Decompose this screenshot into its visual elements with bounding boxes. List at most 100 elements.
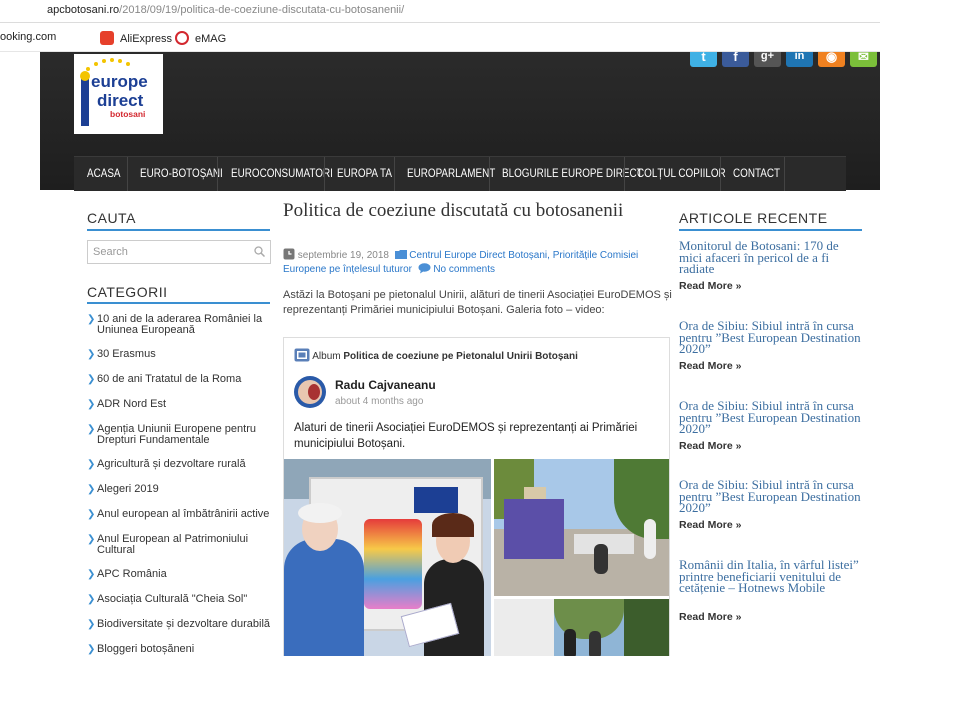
category-label: Anul european al îmbătrânirii active: [97, 508, 270, 520]
chevron-right-icon: ❯: [87, 594, 96, 605]
url-host: apcbotosani.ro: [47, 4, 120, 16]
category-item[interactable]: ❯ 10 ani de la aderarea României la Uniun…: [87, 314, 272, 336]
chevron-right-icon: ❯: [87, 644, 96, 655]
logo-text-direct: direct: [97, 91, 144, 110]
category-item[interactable]: ❯ Agricultură și dezvoltare rurală: [87, 458, 272, 471]
post-date: septembrie 19, 2018: [297, 250, 389, 261]
aliexpress-icon: [100, 31, 114, 45]
author-name[interactable]: Radu Cajvaneanu: [335, 378, 436, 392]
nav-item-euroconsumatori[interactable]: EUROCONSUMATORI: [231, 157, 333, 191]
recent-article-link[interactable]: Românii din Italia, în vârful listei” pr…: [679, 558, 864, 594]
category-item[interactable]: ❯ Bloggeri botoșăneni: [87, 643, 272, 656]
nav-divider: [720, 157, 721, 191]
category-label: Alegeri 2019: [97, 483, 159, 495]
nav-divider: [489, 157, 490, 191]
category-item[interactable]: ❯ 60 de ani Tratatul de la Roma: [87, 374, 272, 386]
post-meta: septembrie 19, 2018 Centrul Europe Direc…: [283, 248, 663, 277]
facebook-icon[interactable]: f: [722, 52, 749, 67]
category-label: Bloggeri botoșăneni: [97, 643, 195, 655]
bookmark-emag[interactable]: eMAG: [175, 31, 226, 45]
album-photo-main[interactable]: [284, 459, 491, 656]
read-more-link[interactable]: Read More »: [679, 519, 741, 531]
post-title: Politica de coeziune discutată cu botosa…: [283, 200, 624, 221]
bookmark-booking[interactable]: ooking.com: [0, 31, 56, 43]
post-intro: Astăzi la Botoșani pe pietonalul Unirii,…: [283, 289, 672, 316]
address-bar[interactable]: apcbotosani.ro/2018/09/19/politica-de-co…: [0, 0, 880, 23]
nav-item-europarlament[interactable]: EUROPARLAMENT: [407, 157, 495, 191]
bookmark-aliexpress[interactable]: AliExpress: [100, 31, 172, 45]
category-label: Asociația Culturală "Cheia Sol": [97, 593, 248, 605]
category-item[interactable]: ❯ Anul european al îmbătrânirii active: [87, 508, 272, 521]
email-icon[interactable]: ✉: [850, 52, 877, 67]
album-label: Album: [312, 351, 341, 362]
category-item[interactable]: ❯ ADR Nord Est: [87, 398, 272, 411]
chevron-right-icon: ❯: [87, 349, 96, 360]
site-header: europe direct botosani t f g+ in ◉ ✉ ACA…: [40, 52, 880, 191]
album-text: Alaturi de tinerii Asociației EuroDEMOS …: [294, 422, 638, 450]
logo-text-botosani: botosani: [110, 109, 145, 119]
chevron-right-icon: ❯: [87, 484, 96, 495]
category-item[interactable]: ❯ Asociația Culturală "Cheia Sol": [87, 593, 272, 606]
folder-icon: [394, 250, 407, 259]
chevron-right-icon: ❯: [87, 569, 96, 580]
url-path: /2018/09/19/politica-de-coeziune-discuta…: [119, 4, 405, 16]
nav-item-acasa[interactable]: ACASA: [87, 157, 121, 191]
rss-icon[interactable]: ◉: [818, 52, 845, 67]
comments-link[interactable]: No comments: [433, 264, 495, 275]
recent-article-link[interactable]: Monitorul de Botosani: 170 de mici aface…: [679, 239, 864, 275]
nav-divider: [394, 157, 395, 191]
chevron-right-icon: ❯: [87, 619, 96, 630]
chevron-right-icon: ❯: [87, 314, 96, 325]
avatar[interactable]: [294, 376, 326, 408]
nav-item-euro-botosani[interactable]: EURO-BOTOȘANI: [140, 157, 223, 191]
google-plus-icon[interactable]: g+: [754, 52, 781, 67]
post-time: about 4 months ago: [335, 396, 424, 407]
facebook-album-embed: Album Politica de coeziune pe Pietonalul…: [283, 337, 670, 656]
album-photo-2[interactable]: [494, 459, 669, 596]
album-photo-3[interactable]: [494, 599, 669, 656]
read-more-link[interactable]: Read More »: [679, 360, 741, 372]
linkedin-icon[interactable]: in: [786, 52, 813, 67]
bookmark-label: eMAG: [195, 33, 227, 45]
nav-divider: [127, 157, 128, 191]
category-label: Agenția Uniunii Europene pentru Drepturi…: [97, 423, 257, 446]
chevron-right-icon: ❯: [87, 399, 96, 410]
search-icon[interactable]: [254, 246, 265, 257]
nav-item-europa-ta[interactable]: EUROPA TA: [337, 157, 392, 191]
twitter-icon[interactable]: t: [690, 52, 717, 67]
category-item[interactable]: ❯ 30 Erasmus: [87, 348, 272, 361]
bookmark-label: ooking.com: [0, 31, 57, 43]
category-item[interactable]: ❯ APC România: [87, 569, 272, 581]
category-item[interactable]: ❯ Alegeri 2019: [87, 483, 272, 496]
album-title[interactable]: Politica de coeziune pe Pietonalul Uniri…: [343, 351, 577, 362]
bookmark-label: AliExpress: [120, 33, 172, 45]
read-more-link[interactable]: Read More »: [679, 280, 741, 292]
category-item[interactable]: ❯ Anul European al Patrimoniului Cultural: [87, 534, 272, 556]
search-input[interactable]: Search: [87, 240, 271, 264]
nav-item-bloguri[interactable]: BLOGURILE EUROPE DIRECT: [502, 157, 643, 191]
main-nav: ACASA EURO-BOTOȘANI EUROCONSUMATORI EURO…: [74, 156, 846, 191]
category-label: 30 Erasmus: [97, 348, 156, 360]
nav-divider: [217, 157, 218, 191]
chevron-right-icon: ❯: [87, 509, 96, 520]
category-item[interactable]: ❯ Agenția Uniunii Europene pentru Dreptur…: [87, 424, 272, 446]
album-header: Album Politica de coeziune pe Pietonalul…: [294, 348, 578, 362]
url-text[interactable]: apcbotosani.ro/2018/09/19/politica-de-co…: [47, 4, 404, 16]
read-more-link[interactable]: Read More »: [679, 611, 741, 623]
category-label: ADR Nord Est: [97, 398, 167, 410]
search-placeholder: Search: [93, 246, 128, 258]
nav-divider: [324, 157, 325, 191]
nav-item-coltul-copiilor[interactable]: COLȚUL COPIILOR: [637, 157, 726, 191]
nav-item-contact[interactable]: CONTACT: [733, 157, 780, 191]
read-more-link[interactable]: Read More »: [679, 440, 741, 452]
site-logo[interactable]: europe direct botosani: [74, 54, 163, 134]
chevron-right-icon: ❯: [87, 534, 96, 545]
recent-article-link[interactable]: Ora de Sibiu: Sibiul intră în cursa pent…: [679, 478, 864, 514]
recent-article-link[interactable]: Ora de Sibiu: Sibiul intră în cursa pent…: [679, 399, 864, 435]
recent-article-link[interactable]: Ora de Sibiu: Sibiul intră în cursa pent…: [679, 319, 864, 355]
categories-title: CATEGORII: [87, 284, 168, 300]
title-underline: [87, 229, 270, 231]
category-label: Agricultură și dezvoltare rurală: [97, 458, 246, 470]
category-item[interactable]: ❯ Biodiversitate și dezvoltare durabilă: [87, 619, 272, 631]
title-underline: [87, 302, 270, 304]
